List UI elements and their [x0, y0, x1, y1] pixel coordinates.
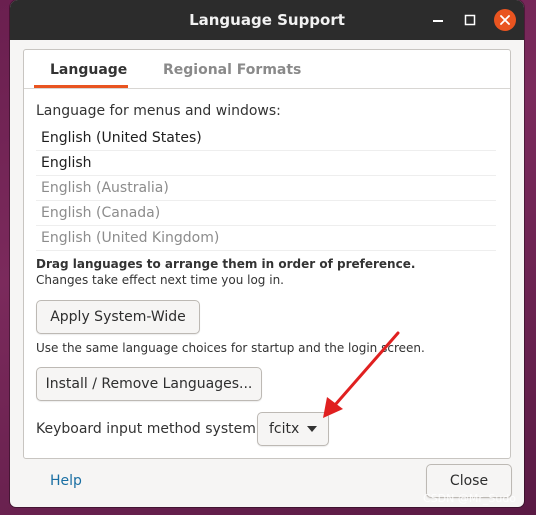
language-item-english-us[interactable]: English (United States)	[36, 126, 496, 151]
help-link[interactable]: Help	[50, 473, 82, 489]
language-item-english-canada[interactable]: English (Canada)	[36, 201, 496, 226]
dropdown-selected-value: fcitx	[269, 421, 300, 437]
watermark-text: CSDN @Mr_Sudo	[423, 492, 517, 505]
apply-system-wide-button[interactable]: Apply System-Wide	[36, 300, 200, 334]
drag-hint-text: Drag languages to arrange them in order …	[36, 257, 416, 271]
language-item-english[interactable]: English	[36, 151, 496, 176]
language-item-english-uk[interactable]: English (United Kingdom)	[36, 226, 496, 251]
minimize-icon[interactable]	[428, 10, 448, 30]
keyboard-input-method-dropdown[interactable]: fcitx	[257, 412, 329, 446]
install-remove-languages-button[interactable]: Install / Remove Languages...	[36, 367, 262, 401]
keyboard-input-method-label: Keyboard input method system:	[36, 421, 261, 437]
same-choices-text: Use the same language choices for startu…	[36, 341, 425, 355]
language-support-window: Language Support Language Regional Forma…	[10, 0, 524, 507]
close-icon[interactable]	[494, 9, 516, 31]
tab-language[interactable]: Language	[50, 62, 127, 78]
menus-language-label: Language for menus and windows:	[36, 103, 281, 119]
title-bar[interactable]: Language Support	[10, 0, 524, 40]
maximize-icon[interactable]	[460, 10, 480, 30]
dropdown-arrow-icon	[307, 426, 317, 432]
changes-hint-text: Changes take effect next time you log in…	[36, 273, 284, 287]
notebook-panel: Language Regional Formats Language for m…	[23, 49, 511, 459]
language-item-english-australia[interactable]: English (Australia)	[36, 176, 496, 201]
language-list[interactable]: English (United States) English English …	[36, 126, 496, 251]
tab-divider	[24, 88, 510, 89]
tab-regional-formats[interactable]: Regional Formats	[163, 62, 301, 78]
